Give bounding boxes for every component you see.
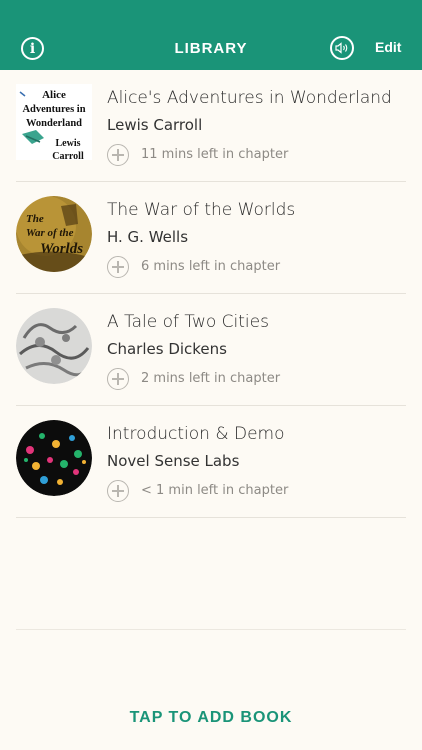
time-left: 6 mins left in chapter — [141, 259, 281, 274]
book-author: Charles Dickens — [107, 340, 227, 358]
list-item[interactable]: Introduction & Demo Novel Sense Labs < 1… — [16, 406, 406, 518]
book-author: H. G. Wells — [107, 228, 189, 246]
footer-divider — [16, 629, 406, 630]
book-cover: Alice Adventures in Wonderland Lewis Car… — [16, 84, 92, 160]
cover-line: Carroll — [52, 151, 84, 160]
add-icon[interactable] — [107, 144, 129, 166]
time-left: 11 mins left in chapter — [141, 147, 289, 162]
speaker-icon[interactable] — [330, 36, 354, 60]
page-title: LIBRARY — [174, 40, 248, 57]
book-cover — [16, 420, 92, 496]
book-title: The War of the Worlds — [107, 200, 296, 220]
book-cover — [16, 308, 92, 384]
edit-button[interactable]: Edit — [375, 39, 401, 55]
time-left: < 1 min left in chapter — [141, 483, 289, 498]
cover-line: War of the — [26, 227, 74, 239]
cover-line: Wonderland — [26, 118, 82, 129]
book-cover: The War of the Worlds — [16, 196, 92, 272]
book-title: Introduction & Demo — [107, 424, 285, 444]
cover-line: Lewis — [56, 138, 81, 149]
add-book-button[interactable]: TAP TO ADD BOOK — [0, 709, 422, 727]
cover-line: Alice — [42, 89, 66, 101]
time-left: 2 mins left in chapter — [141, 371, 281, 386]
add-icon[interactable] — [107, 480, 129, 502]
list-item[interactable]: A Tale of Two Cities Charles Dickens 2 m… — [16, 294, 406, 406]
cover-line: Adventures in — [22, 104, 85, 115]
speaker-glyph — [335, 42, 348, 54]
add-icon[interactable] — [107, 256, 129, 278]
list-item[interactable]: The War of the Worlds The War of the Wor… — [16, 182, 406, 294]
book-author: Lewis Carroll — [107, 116, 203, 134]
book-title: Alice's Adventures in Wonderland — [107, 88, 392, 108]
cover-line: Worlds — [40, 241, 83, 257]
book-author: Novel Sense Labs — [107, 452, 240, 470]
list-item[interactable]: Alice Adventures in Wonderland Lewis Car… — [16, 70, 406, 182]
top-bar: i LIBRARY Edit — [0, 0, 422, 70]
cover-line: The — [26, 213, 44, 225]
add-icon[interactable] — [107, 368, 129, 390]
book-title: A Tale of Two Cities — [107, 312, 269, 332]
